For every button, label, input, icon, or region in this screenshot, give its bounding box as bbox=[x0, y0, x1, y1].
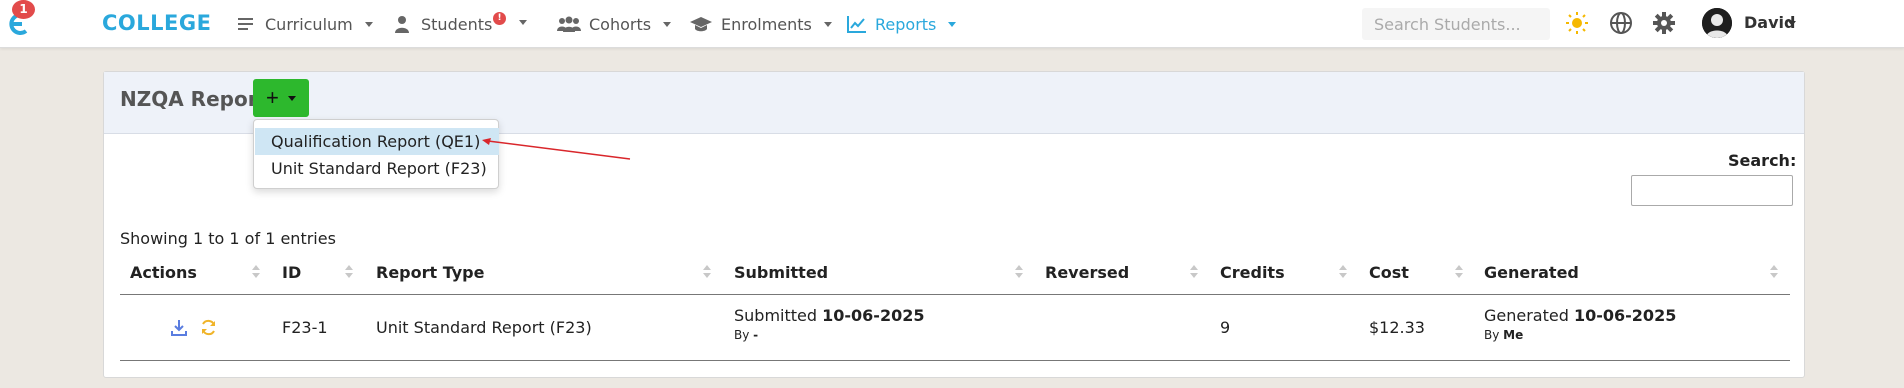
top-navbar: 1 COLLEGE Curriculum Students ! Cohorts … bbox=[0, 0, 1904, 48]
chevron-down-icon[interactable] bbox=[1788, 21, 1796, 26]
chevron-down-icon bbox=[663, 21, 672, 27]
cell-report-type: Unit Standard Report (F23) bbox=[376, 318, 592, 337]
cell-id: F23-1 bbox=[282, 318, 328, 337]
sort-icon[interactable] bbox=[1190, 265, 1198, 279]
sort-icon[interactable] bbox=[703, 265, 711, 279]
sort-icon[interactable] bbox=[1770, 265, 1778, 279]
chevron-down-icon bbox=[948, 21, 957, 27]
chevron-down-icon bbox=[364, 21, 373, 27]
report-card: NZQA Report + bbox=[103, 71, 1805, 378]
nav-enrolments[interactable]: Enrolments bbox=[689, 13, 832, 35]
globe-icon[interactable] bbox=[1609, 11, 1633, 35]
generated-by-prefix: By bbox=[1484, 328, 1500, 342]
nav-students-label: Students bbox=[421, 14, 493, 34]
generated-by: By Me bbox=[1484, 328, 1523, 342]
nav-cohorts-label: Cohorts bbox=[589, 14, 652, 34]
cell-credits: 9 bbox=[1220, 318, 1231, 337]
submitted-prefix: Submitted bbox=[734, 306, 818, 325]
avatar[interactable] bbox=[1702, 8, 1732, 38]
table-bottom-divider bbox=[120, 360, 1790, 361]
generated-prefix: Generated bbox=[1484, 306, 1569, 325]
submitted-by-prefix: By bbox=[734, 328, 750, 342]
list-icon bbox=[237, 15, 257, 33]
notification-badge[interactable]: 1 bbox=[12, 0, 35, 19]
nav-enrolments-label: Enrolments bbox=[721, 14, 812, 34]
menu-item-unit-standard-report[interactable]: Unit Standard Report (F23) bbox=[255, 155, 499, 182]
cell-generated: Generated 10-06-2025 bbox=[1484, 306, 1676, 325]
cell-cost: $12.33 bbox=[1369, 318, 1425, 337]
nav-curriculum[interactable]: Curriculum bbox=[237, 13, 373, 35]
cell-submitted: Submitted 10-06-2025 bbox=[734, 306, 924, 325]
col-header-reversed[interactable]: Reversed bbox=[1045, 263, 1129, 283]
nav-reports-label: Reports bbox=[875, 14, 937, 34]
sun-icon[interactable] bbox=[1565, 11, 1589, 35]
sort-icon[interactable] bbox=[345, 265, 353, 279]
generated-date: 10-06-2025 bbox=[1573, 306, 1677, 325]
col-header-credits[interactable]: Credits bbox=[1220, 263, 1285, 283]
add-button-label: + bbox=[266, 85, 279, 110]
add-report-button[interactable]: + bbox=[253, 79, 309, 117]
nav-cohorts[interactable]: Cohorts bbox=[557, 13, 672, 35]
chevron-down-icon bbox=[288, 96, 296, 101]
users-icon bbox=[557, 15, 581, 33]
chart-line-icon bbox=[847, 15, 867, 33]
graduation-cap-icon bbox=[689, 15, 713, 33]
col-header-generated[interactable]: Generated bbox=[1484, 263, 1579, 283]
sort-icon[interactable] bbox=[252, 265, 260, 279]
gear-icon[interactable] bbox=[1652, 11, 1676, 35]
students-alert-badge: ! bbox=[493, 12, 506, 25]
col-header-submitted[interactable]: Submitted bbox=[734, 263, 828, 283]
table-header-divider bbox=[120, 294, 1790, 295]
col-header-cost[interactable]: Cost bbox=[1369, 263, 1409, 283]
user-icon bbox=[393, 15, 413, 33]
brand-name[interactable]: COLLEGE bbox=[102, 11, 211, 35]
col-header-report-type[interactable]: Report Type bbox=[376, 263, 484, 283]
submitted-date: 10-06-2025 bbox=[822, 306, 925, 325]
generated-by-value: Me bbox=[1503, 328, 1524, 342]
entries-info: Showing 1 to 1 of 1 entries bbox=[120, 229, 336, 248]
refresh-icon[interactable] bbox=[200, 319, 217, 336]
col-header-actions[interactable]: Actions bbox=[130, 263, 197, 283]
chevron-down-icon bbox=[823, 21, 832, 27]
table-search-label: Search: bbox=[1728, 151, 1797, 170]
nav-reports[interactable]: Reports bbox=[847, 13, 957, 35]
download-icon[interactable] bbox=[171, 319, 187, 337]
sort-icon[interactable] bbox=[1455, 265, 1463, 279]
add-report-dropdown: Qualification Report (QE1) Unit Standard… bbox=[253, 119, 499, 189]
submitted-by-value: - bbox=[753, 328, 759, 342]
page-title: NZQA Report bbox=[120, 87, 268, 111]
sort-icon[interactable] bbox=[1339, 265, 1347, 279]
sort-icon[interactable] bbox=[1015, 265, 1023, 279]
menu-item-qualification-report[interactable]: Qualification Report (QE1) bbox=[255, 128, 499, 155]
student-search-input[interactable] bbox=[1362, 8, 1550, 40]
table-search-input[interactable] bbox=[1631, 175, 1793, 206]
chevron-down-icon[interactable] bbox=[519, 20, 527, 25]
nav-students[interactable]: Students bbox=[393, 13, 492, 35]
submitted-by: By - bbox=[734, 328, 758, 342]
nav-curriculum-label: Curriculum bbox=[265, 14, 353, 34]
col-header-id[interactable]: ID bbox=[282, 263, 301, 283]
